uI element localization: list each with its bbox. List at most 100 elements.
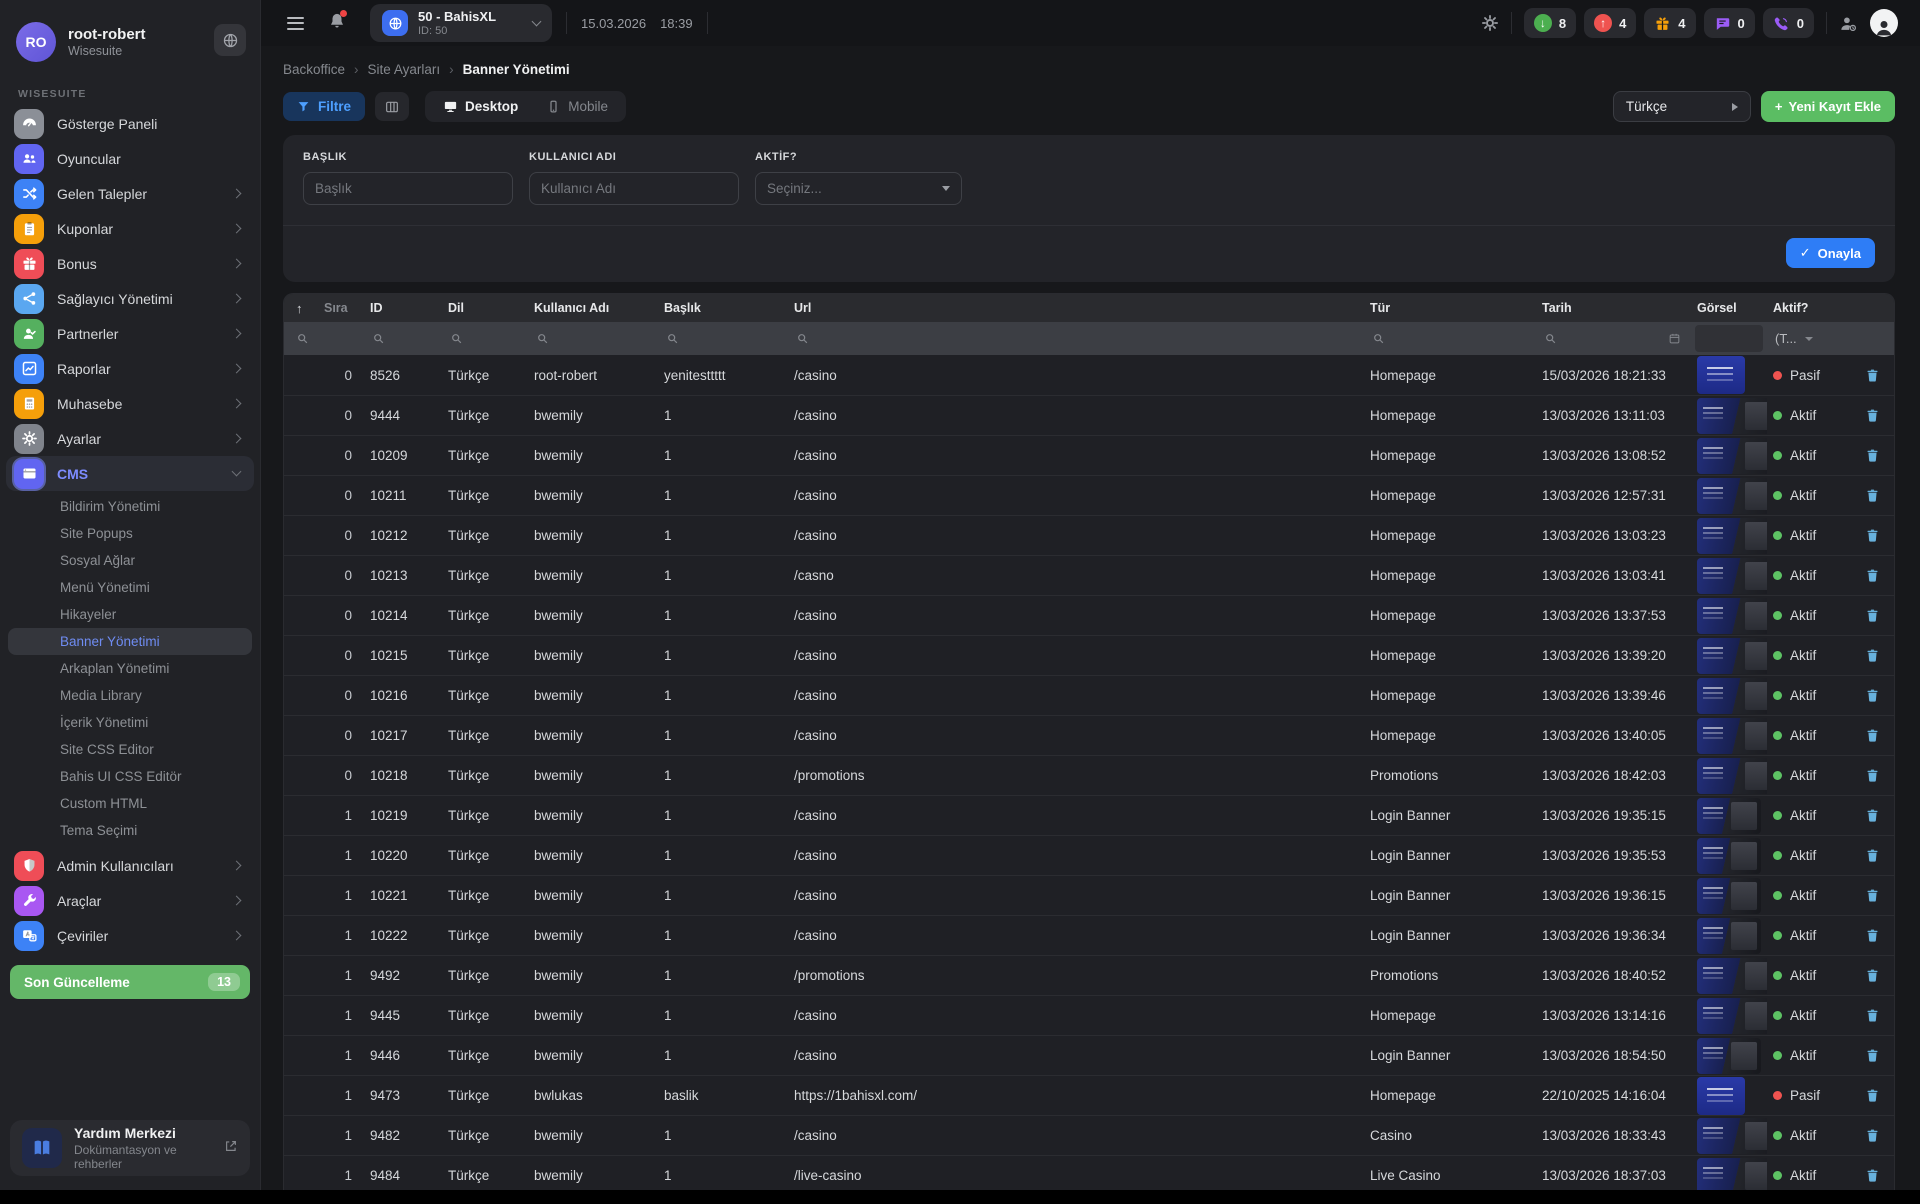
table-row[interactable]: 0 9444 Türkçe bwemily 1 /casino Homepage…	[284, 395, 1894, 435]
cell-gorsel[interactable]	[1691, 1118, 1767, 1154]
column-settings-button[interactable]	[375, 92, 409, 121]
cell-gorsel[interactable]	[1691, 638, 1767, 674]
search-sira[interactable]	[284, 322, 364, 355]
sidebar-subitem-hikayeler[interactable]: Hikayeler	[0, 601, 260, 628]
sidebar-item-g-sterge-paneli[interactable]: Gösterge Paneli	[0, 106, 260, 141]
delete-button[interactable]	[1845, 1127, 1894, 1144]
site-selector[interactable]: 50 - BahisXL ID: 50	[370, 4, 552, 42]
col-dil[interactable]: Dil	[442, 301, 528, 315]
sidebar-item-kuponlar[interactable]: Kuponlar	[0, 211, 260, 246]
sidebar-subitem-site-popups[interactable]: Site Popups	[0, 520, 260, 547]
banner-thumbnail[interactable]	[1697, 1077, 1745, 1115]
delete-button[interactable]	[1845, 887, 1894, 904]
banner-thumbnail[interactable]	[1697, 518, 1767, 554]
table-row[interactable]: 1 9482 Türkçe bwemily 1 /casino Casino 1…	[284, 1115, 1894, 1155]
cell-gorsel[interactable]	[1691, 1077, 1767, 1115]
cell-gorsel[interactable]	[1691, 558, 1767, 594]
sidebar-subitem-i-erik-y-netimi[interactable]: İçerik Yönetimi	[0, 709, 260, 736]
delete-button[interactable]	[1845, 927, 1894, 944]
apply-filters-button[interactable]: ✓ Onayla	[1786, 238, 1875, 268]
delete-button[interactable]	[1845, 607, 1894, 624]
table-row[interactable]: 0 10214 Türkçe bwemily 1 /casino Homepag…	[284, 595, 1894, 635]
cell-gorsel[interactable]	[1691, 838, 1767, 874]
sidebar-subitem-site-css-editor[interactable]: Site CSS Editor	[0, 736, 260, 763]
last-update-button[interactable]: Son Güncelleme 13	[10, 965, 250, 999]
delete-button[interactable]	[1845, 367, 1894, 384]
table-row[interactable]: 0 10213 Türkçe bwemily 1 /casno Homepage…	[284, 555, 1894, 595]
delete-button[interactable]	[1845, 967, 1894, 984]
banner-thumbnail[interactable]	[1697, 558, 1767, 594]
cell-gorsel[interactable]	[1691, 678, 1767, 714]
sidebar-item-bonus[interactable]: Bonus	[0, 246, 260, 281]
bonus-gift-badge[interactable]: 4	[1644, 8, 1695, 38]
banner-thumbnail[interactable]	[1697, 1038, 1761, 1074]
banner-thumbnail[interactable]	[1697, 678, 1767, 714]
table-row[interactable]: 1 10221 Türkçe bwemily 1 /casino Login B…	[284, 875, 1894, 915]
table-row[interactable]: 0 10211 Türkçe bwemily 1 /casino Homepag…	[284, 475, 1894, 515]
language-select[interactable]: Türkçe	[1613, 91, 1751, 122]
banner-thumbnail[interactable]	[1697, 718, 1767, 754]
breadcrumb-item[interactable]: Site Ayarları	[368, 62, 441, 77]
col-id[interactable]: ID	[364, 301, 442, 315]
delete-button[interactable]	[1845, 807, 1894, 824]
tab-mobile[interactable]: Mobile	[532, 94, 622, 119]
banner-thumbnail[interactable]	[1697, 598, 1767, 634]
cell-gorsel[interactable]	[1691, 518, 1767, 554]
table-row[interactable]: 0 10218 Türkçe bwemily 1 /promotions Pro…	[284, 755, 1894, 795]
banner-thumbnail[interactable]	[1697, 1118, 1767, 1154]
delete-button[interactable]	[1845, 527, 1894, 544]
cell-gorsel[interactable]	[1691, 998, 1767, 1034]
banner-thumbnail[interactable]	[1697, 398, 1767, 434]
sidebar-item-sa-lay-c-y-netimi[interactable]: Sağlayıcı Yönetimi	[0, 281, 260, 316]
cell-gorsel[interactable]	[1691, 398, 1767, 434]
cell-gorsel[interactable]	[1691, 1158, 1767, 1194]
username-filter-input[interactable]	[529, 172, 739, 205]
sidebar-item-oyuncular[interactable]: Oyuncular	[0, 141, 260, 176]
delete-button[interactable]	[1845, 1087, 1894, 1104]
banner-thumbnail[interactable]	[1697, 958, 1767, 994]
delete-button[interactable]	[1845, 767, 1894, 784]
delete-button[interactable]	[1845, 847, 1894, 864]
delete-button[interactable]	[1845, 647, 1894, 664]
banner-thumbnail[interactable]	[1697, 918, 1761, 954]
sidebar-subitem-sosyal-a-lar[interactable]: Sosyal Ağlar	[0, 547, 260, 574]
profile-avatar-button[interactable]	[1870, 9, 1898, 37]
calendar-icon[interactable]	[1668, 332, 1681, 345]
table-row[interactable]: 1 10220 Türkçe bwemily 1 /casino Login B…	[284, 835, 1894, 875]
call-badge[interactable]: 0	[1763, 8, 1814, 38]
col-sira[interactable]: Sıra	[318, 301, 364, 315]
col-url[interactable]: Url	[788, 301, 1364, 315]
support-chat-badge[interactable]: 0	[1704, 8, 1755, 38]
breadcrumb-item[interactable]: Backoffice	[283, 62, 345, 77]
settings-button[interactable]	[1481, 14, 1499, 32]
delete-button[interactable]	[1845, 727, 1894, 744]
table-row[interactable]: 1 9492 Türkçe bwemily 1 /promotions Prom…	[284, 955, 1894, 995]
sidebar-item-partnerler[interactable]: Partnerler	[0, 316, 260, 351]
sidebar-item-ayarlar[interactable]: Ayarlar	[0, 421, 260, 456]
col-aktif[interactable]: Aktif?	[1767, 301, 1845, 315]
col-baslik[interactable]: Başlık	[658, 301, 788, 315]
active-filter-select[interactable]: Seçiniz...	[755, 172, 962, 205]
sidebar-item-raporlar[interactable]: Raporlar	[0, 351, 260, 386]
delete-button[interactable]	[1845, 687, 1894, 704]
table-row[interactable]: 1 10222 Türkçe bwemily 1 /casino Login B…	[284, 915, 1894, 955]
banner-thumbnail[interactable]	[1697, 356, 1745, 394]
sidebar-subitem-men-y-netimi[interactable]: Menü Yönetimi	[0, 574, 260, 601]
delete-button[interactable]	[1845, 1047, 1894, 1064]
sidebar-item-cms[interactable]: CMS	[6, 456, 254, 491]
tab-desktop[interactable]: Desktop	[429, 94, 532, 119]
search-tarih[interactable]	[1536, 322, 1691, 355]
table-row[interactable]: 0 10216 Türkçe bwemily 1 /casino Homepag…	[284, 675, 1894, 715]
language-globe-button[interactable]	[214, 24, 246, 56]
deposit-badge[interactable]: ↓8	[1524, 8, 1576, 38]
cell-gorsel[interactable]	[1691, 356, 1767, 394]
sidebar-item-ara-lar[interactable]: Araçlar	[0, 883, 260, 918]
menu-toggle-button[interactable]	[283, 13, 308, 34]
sidebar-subitem-media-library[interactable]: Media Library	[0, 682, 260, 709]
sidebar-item-admin-kullan-c-lar-[interactable]: Admin Kullanıcıları	[0, 848, 260, 883]
cell-gorsel[interactable]	[1691, 598, 1767, 634]
cell-gorsel[interactable]	[1691, 918, 1767, 954]
banner-thumbnail[interactable]	[1697, 1158, 1767, 1194]
cell-gorsel[interactable]	[1691, 878, 1767, 914]
sidebar-subitem-bildirim-y-netimi[interactable]: Bildirim Yönetimi	[0, 493, 260, 520]
